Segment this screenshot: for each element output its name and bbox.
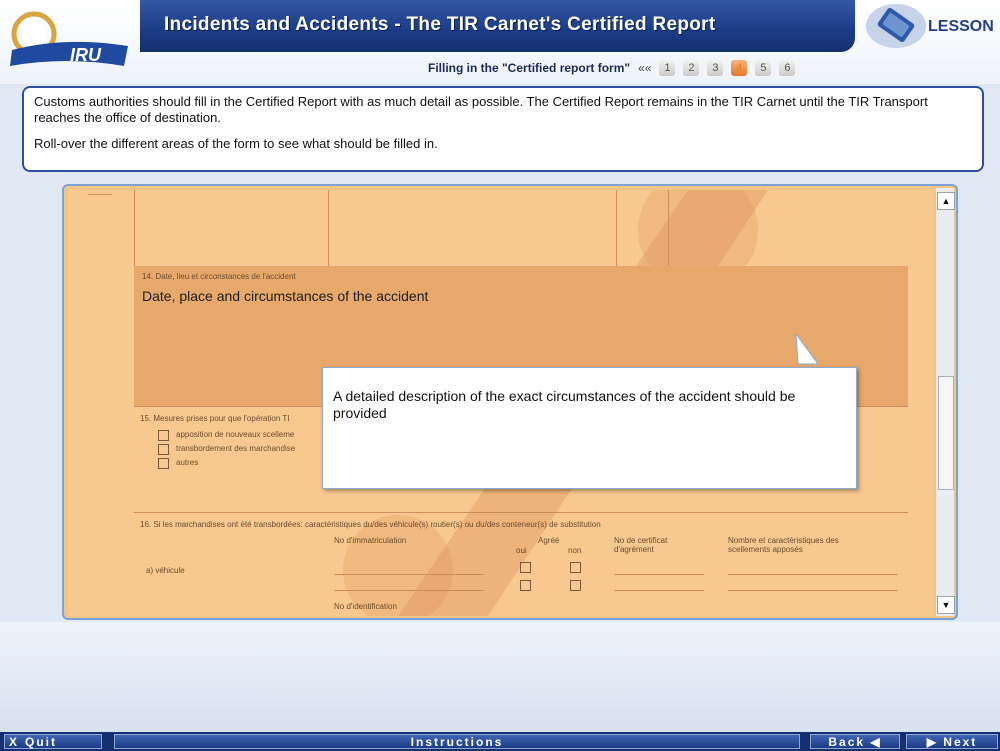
scroll-up-button[interactable]: ▲ (937, 192, 955, 210)
intro-paragraph: Roll-over the different areas of the for… (34, 136, 438, 151)
checkbox (570, 562, 581, 573)
page-4-button-active[interactable]: 4 (731, 60, 748, 76)
form-line (668, 190, 669, 266)
form-line (728, 574, 898, 575)
form-line (614, 590, 704, 591)
quit-label: Quit (25, 735, 58, 749)
tooltip-text: A detailed description of the exact circ… (333, 388, 796, 421)
next-button[interactable]: ▶ Next (906, 734, 998, 749)
arrow-left-icon: ◀ (870, 735, 882, 749)
title-bar: Incidents and Accidents - The TIR Carnet… (140, 0, 855, 52)
page-1-button[interactable]: 1 (659, 60, 676, 76)
scroll-down-button[interactable]: ▼ (937, 596, 955, 614)
prev-section-button[interactable]: «« (638, 61, 651, 75)
page-3-button[interactable]: 3 (707, 60, 724, 76)
instructions-label: Instructions (410, 735, 504, 749)
background-panel (0, 622, 1000, 732)
iru-logo: IRU (10, 11, 128, 66)
checkbox (520, 562, 531, 573)
lesson-label: LESSON (928, 18, 994, 35)
s15-option: apposition de nouveaux scelleme (176, 430, 295, 439)
page-2-button[interactable]: 2 (683, 60, 700, 76)
col-agree: Agréé (538, 536, 560, 545)
checkbox (158, 444, 169, 455)
row-vehicule: a) véhicule (146, 566, 185, 575)
back-label: Back (828, 735, 866, 749)
next-label: Next (943, 735, 978, 749)
form-line (614, 574, 704, 575)
subnav-title: Filling in the "Certified report form" (428, 61, 631, 75)
logo-text: IRU (70, 45, 102, 65)
form-line (616, 190, 617, 266)
vertical-scrollbar[interactable]: ▲ ▼ (935, 188, 955, 616)
col-oui: oui (516, 546, 527, 555)
instruction-box: Customs authorities should fill in the C… (22, 86, 984, 172)
s15-option: autres (176, 458, 199, 467)
form-line (728, 590, 898, 591)
scroll-thumb[interactable] (938, 376, 954, 490)
form-line (88, 194, 112, 195)
s14-value: Date, place and circumstances of the acc… (142, 288, 429, 304)
s14-label: 14. Date, lieu et circonstances de l'acc… (142, 272, 296, 281)
col-immatriculation: No d'immatriculation (334, 536, 407, 545)
checkbox (570, 580, 581, 591)
s15-option: transbordement des marchandise (176, 444, 296, 453)
quit-button[interactable]: X Quit (4, 734, 102, 749)
form-line (134, 190, 135, 266)
form-line (334, 574, 484, 575)
col-certificat: No de certificat d'agrément (614, 536, 668, 554)
col-nombre: Nombre et caractéristiques des scellemen… (728, 536, 839, 554)
col-non: non (568, 546, 582, 555)
tooltip-pointer-icon (795, 332, 819, 365)
form-line (328, 190, 329, 266)
checkbox (158, 458, 169, 469)
header: IRU Incidents and Accidents - The TIR Ca… (0, 0, 1000, 84)
page-title: Incidents and Accidents - The TIR Carnet… (164, 14, 716, 35)
row-identification: No d'identification (334, 602, 397, 611)
s16-label: 16. Si les marchandises ont été transbor… (140, 520, 601, 529)
checkbox (520, 580, 531, 591)
page-6-button[interactable]: 6 (779, 60, 796, 76)
checkbox (158, 430, 169, 441)
form-line (334, 590, 484, 591)
form-line (134, 512, 908, 513)
s15-label: 15. Mesures prises pour que l'opération … (140, 414, 290, 423)
arrow-right-icon: ▶ (926, 735, 938, 749)
lesson-subnav: Filling in the "Certified report form" «… (428, 58, 796, 78)
page-5-button[interactable]: 5 (755, 60, 772, 76)
rollover-tooltip: A detailed description of the exact circ… (322, 367, 857, 489)
back-button[interactable]: Back ◀ (810, 734, 900, 749)
intro-paragraph: Customs authorities should fill in the C… (34, 94, 928, 125)
close-icon: X (9, 735, 20, 749)
instructions-button[interactable]: Instructions (114, 734, 800, 749)
